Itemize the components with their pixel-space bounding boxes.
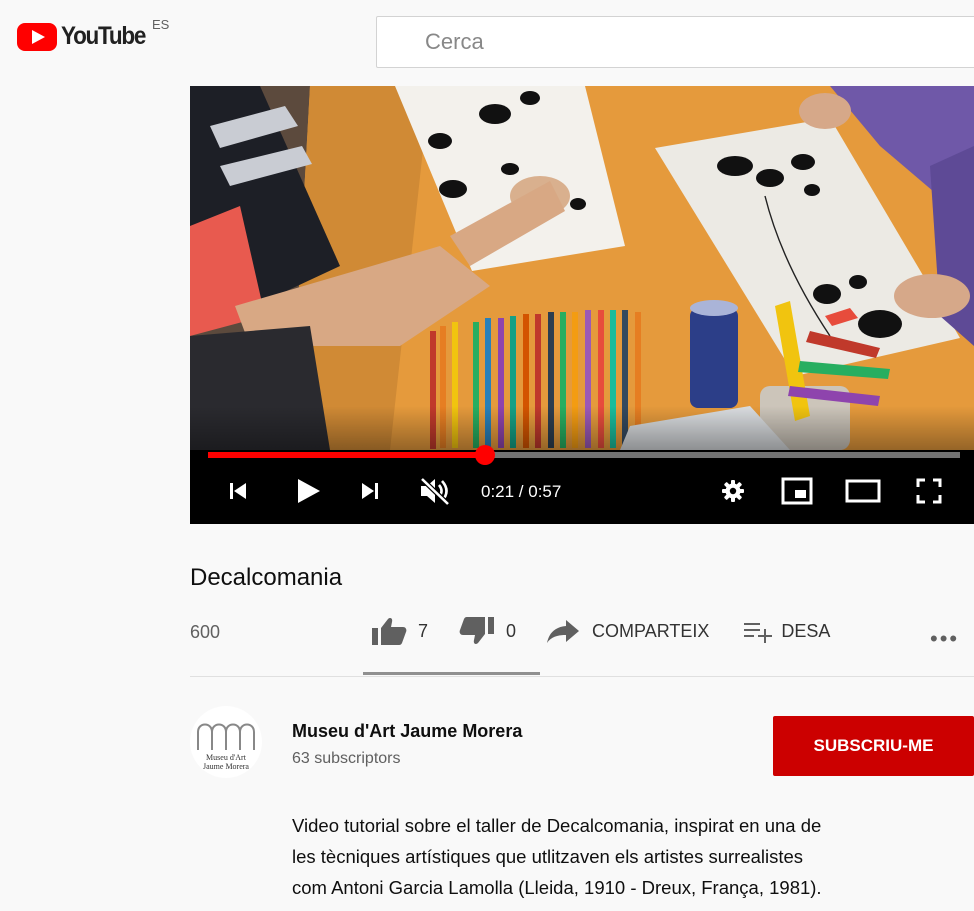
video-player[interactable]: 0:21 / 0:57	[190, 86, 974, 524]
progress-played	[208, 452, 485, 458]
share-arrow-icon	[547, 620, 580, 643]
view-count: 600	[190, 622, 221, 642]
next-icon	[362, 483, 378, 499]
channel-avatar[interactable]: Museu d'Art Jaume Morera	[190, 706, 262, 778]
dislike-button[interactable]: 0	[458, 616, 516, 646]
like-ratio-bar	[363, 672, 540, 675]
fullscreen-button[interactable]	[915, 474, 943, 508]
region-code: ES	[152, 17, 170, 32]
logo-text: YouTube	[61, 22, 146, 50]
video-description: Video tutorial sobre el taller de Decalc…	[292, 810, 972, 903]
play-button[interactable]	[294, 474, 322, 508]
settings-button[interactable]	[720, 474, 746, 508]
subscribe-button[interactable]: SUBSCRIU-ME	[773, 716, 974, 776]
youtube-logo[interactable]: YouTube ES	[17, 17, 169, 51]
search-box[interactable]	[376, 16, 974, 68]
save-button[interactable]: DESA	[743, 619, 830, 643]
previous-icon	[230, 483, 246, 499]
theater-mode-icon	[845, 479, 881, 503]
controls-gradient	[190, 406, 974, 450]
mute-button[interactable]	[416, 474, 456, 508]
subscriber-count: 63 subscriptors	[292, 750, 401, 767]
muted-volume-icon	[420, 477, 450, 506]
progress-scrubber[interactable]	[474, 445, 495, 465]
time-display: 0:21 / 0:57	[481, 482, 562, 501]
miniplayer-button[interactable]	[780, 474, 814, 508]
miniplayer-icon	[781, 477, 813, 505]
more-actions-button[interactable]: •••	[930, 626, 959, 652]
video-actions: 7 0 COMPARTEIX DESA	[370, 616, 830, 646]
like-button[interactable]: 7	[370, 616, 428, 646]
add-to-playlist-icon	[744, 623, 773, 643]
fullscreen-icon	[916, 478, 942, 504]
description-line: Video tutorial sobre el taller de Decalc…	[292, 815, 822, 836]
description-line: com Antoni Garcia Lamolla (Lleida, 1910 …	[292, 877, 822, 898]
previous-button[interactable]	[228, 474, 248, 508]
save-label: DESA	[781, 620, 831, 641]
progress-bar[interactable]	[208, 445, 960, 465]
settings-gear-icon	[722, 480, 744, 502]
video-title: Decalcomania	[190, 564, 343, 591]
section-divider	[190, 676, 974, 677]
dislike-count: 0	[506, 620, 517, 641]
share-label: COMPARTEIX	[592, 620, 710, 641]
thumbs-up-icon	[372, 618, 407, 645]
next-button[interactable]	[360, 474, 380, 508]
theater-mode-button[interactable]	[845, 474, 881, 508]
channel-name[interactable]: Museu d'Art Jaume Morera	[292, 721, 522, 742]
play-icon	[298, 479, 320, 503]
like-count: 7	[418, 620, 429, 641]
youtube-play-logo-icon	[17, 22, 57, 51]
search-input[interactable]	[425, 29, 974, 55]
channel-avatar-text: Museu d'Art Jaume Morera	[203, 753, 249, 771]
thumbs-down-icon	[459, 617, 495, 644]
share-button[interactable]: COMPARTEIX	[546, 618, 709, 644]
description-line: les tècniques artístiques que utlitzaven…	[292, 846, 804, 867]
